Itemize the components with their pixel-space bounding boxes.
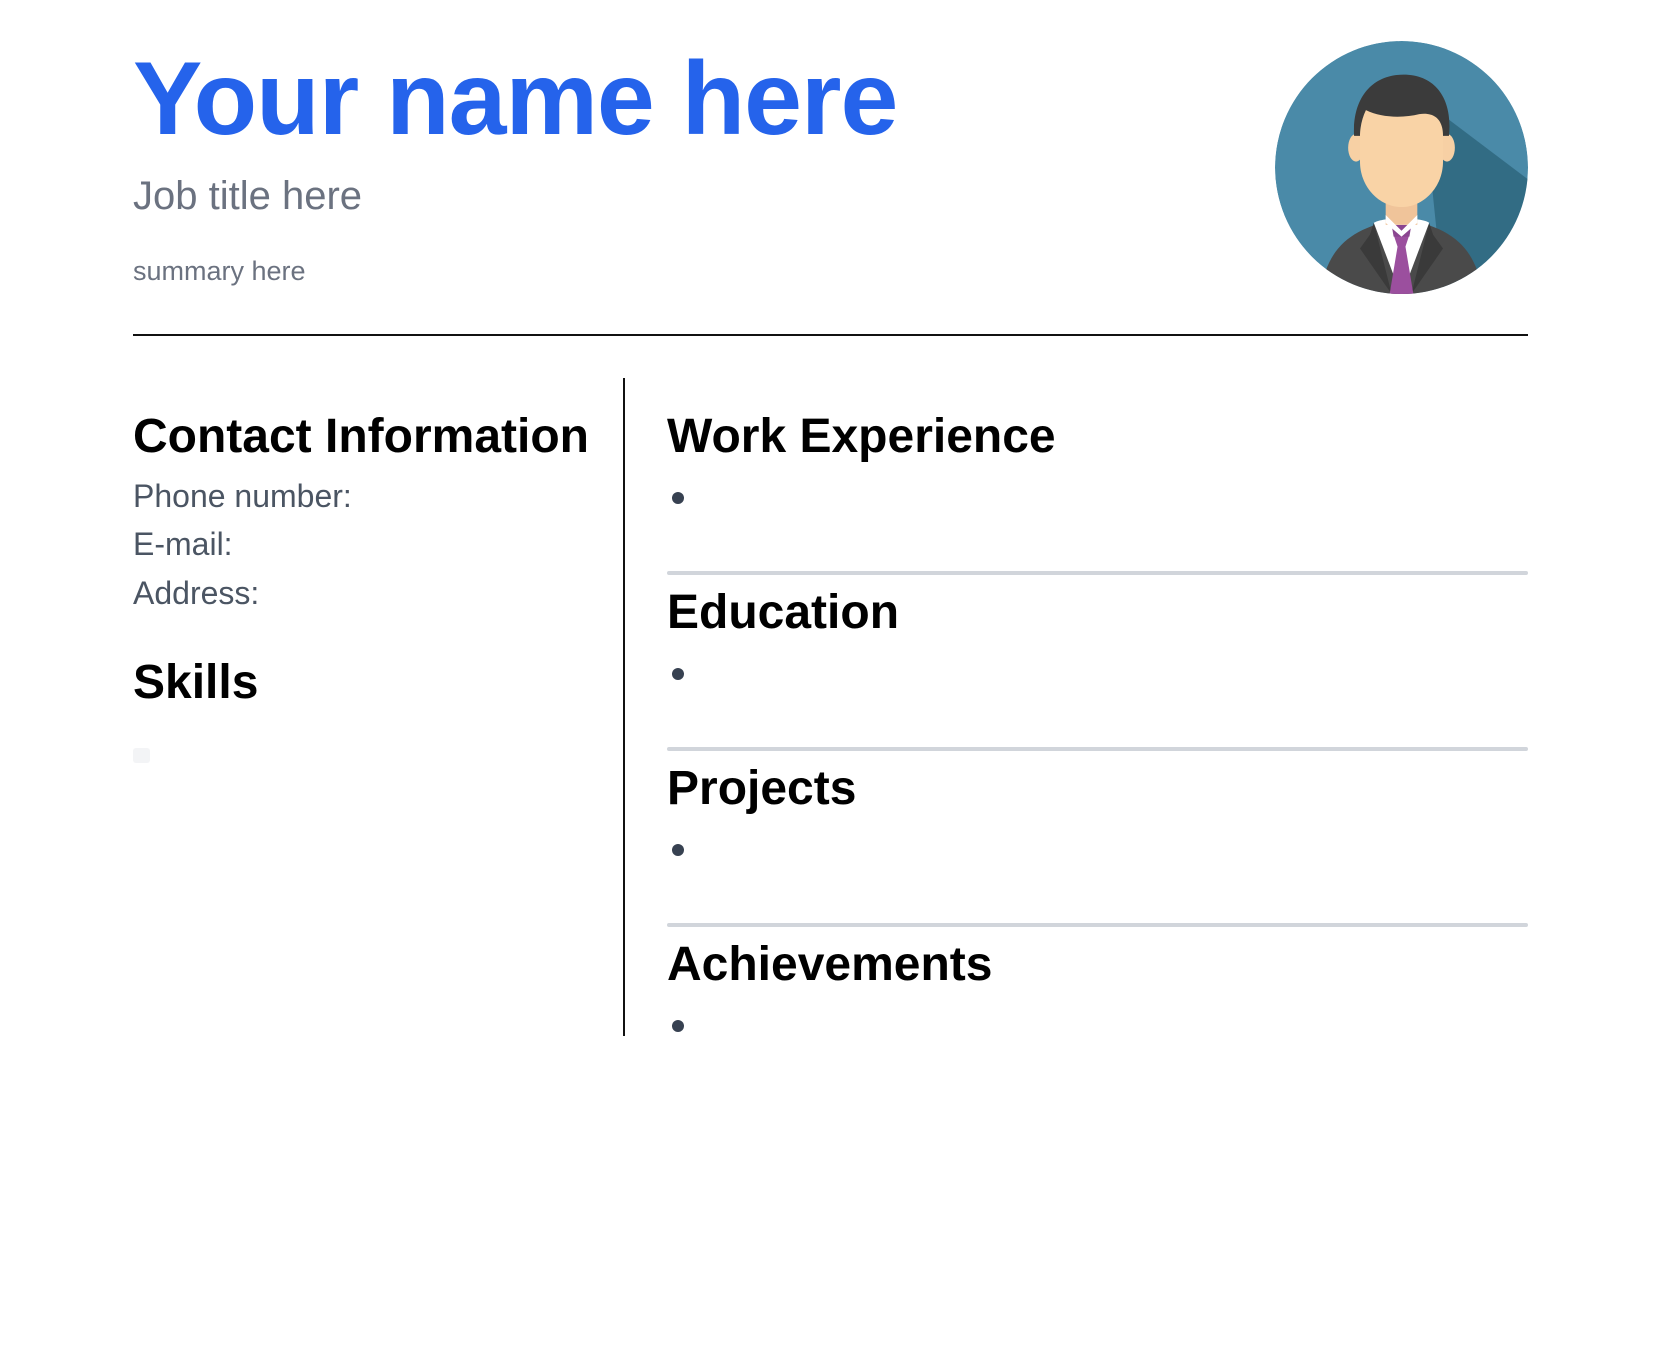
resume-header: Your name here Job title here summary he… [133, 0, 1528, 337]
section-divider [667, 923, 1528, 927]
section-divider [667, 747, 1528, 751]
bullet-point [672, 668, 684, 680]
column-divider [623, 378, 625, 1036]
bullet-point [672, 492, 684, 504]
work-experience-heading: Work Experience [667, 410, 1056, 463]
section-divider [667, 571, 1528, 575]
skill-tag [133, 748, 150, 763]
header-divider [133, 334, 1528, 336]
email-label: E-mail: [133, 526, 233, 562]
achievements-heading: Achievements [667, 938, 993, 991]
phone-label: Phone number: [133, 478, 352, 514]
bullet-point [672, 844, 684, 856]
education-heading: Education [667, 586, 900, 639]
resume-body: Contact Information Phone number: E-mail… [133, 378, 1528, 1038]
address-label: Address: [133, 575, 260, 611]
skills-heading: Skills [133, 656, 259, 709]
contact-heading: Contact Information [133, 410, 589, 463]
person-avatar-icon [1275, 41, 1528, 294]
job-title: Job title here [133, 174, 363, 218]
bullet-point [672, 1020, 684, 1032]
resume-page: Your name here Job title here summary he… [133, 0, 1528, 1371]
resume-name: Your name here [133, 41, 898, 157]
projects-heading: Projects [667, 762, 857, 815]
summary: summary here [133, 256, 306, 286]
